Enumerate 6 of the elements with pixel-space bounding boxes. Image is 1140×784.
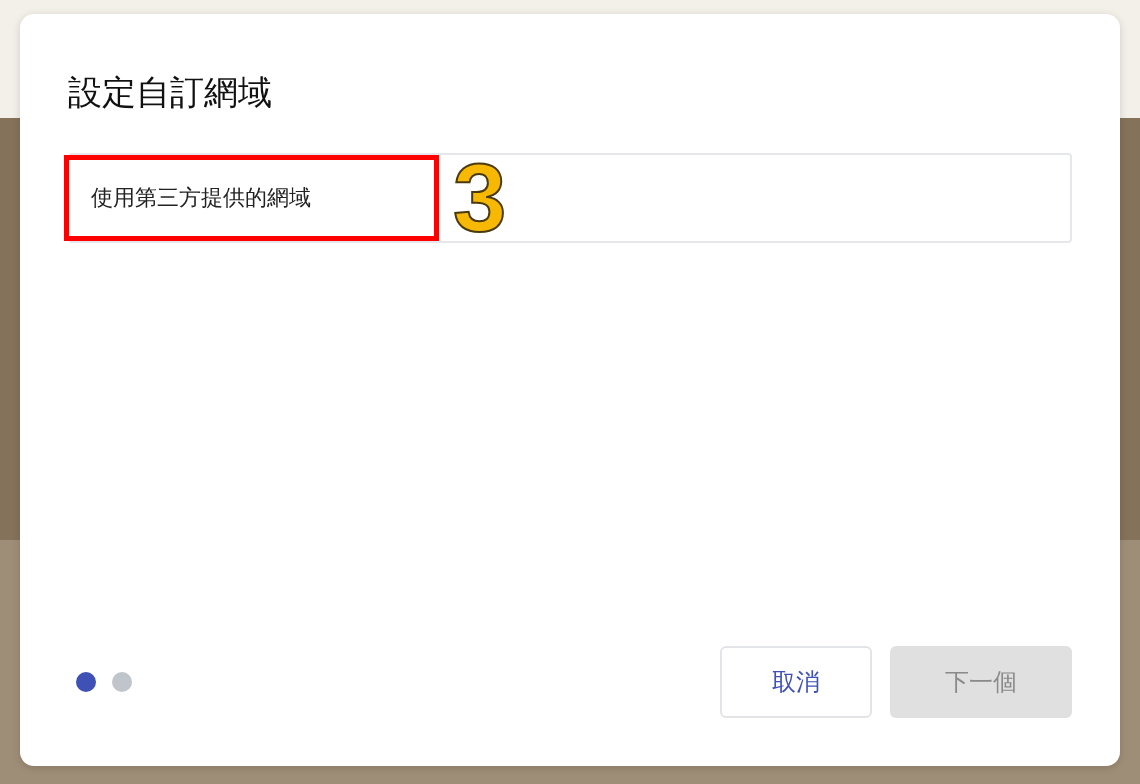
dialog-title: 設定自訂網域	[68, 72, 273, 113]
step-dot[interactable]	[76, 672, 96, 692]
option-item[interactable]: 使用第三方提供的網域	[64, 154, 439, 241]
step-number: 3	[453, 149, 507, 246]
cancel-button[interactable]: 取消	[720, 646, 872, 718]
step-dot[interactable]	[112, 672, 132, 692]
